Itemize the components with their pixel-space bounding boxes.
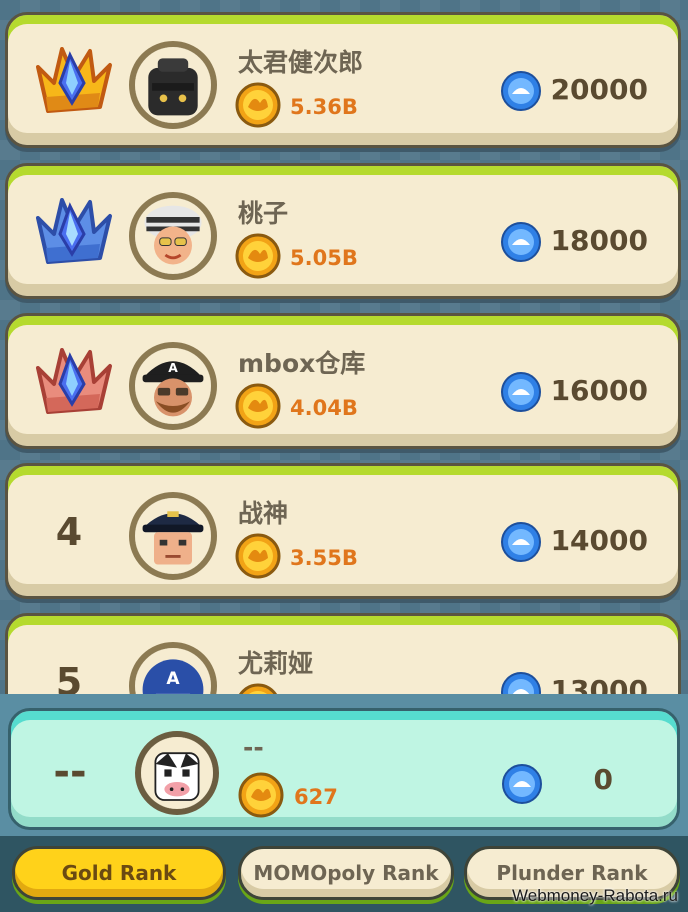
silver-crown-icon bbox=[36, 198, 112, 264]
player-name: 太君健次郎 bbox=[238, 48, 364, 77]
blue-gem-icon bbox=[502, 764, 542, 804]
player-name: mbox仓库 bbox=[238, 349, 366, 378]
gold-crown-icon bbox=[36, 47, 112, 113]
gold-coin-icon bbox=[238, 683, 278, 694]
leaderboard-row-2[interactable]: 桃子 5.05B 18000 bbox=[5, 163, 681, 299]
bronze-crown-icon bbox=[36, 348, 112, 414]
gold-coin-icon bbox=[235, 233, 281, 279]
self-row[interactable]: -- -- 627 0 bbox=[8, 708, 680, 830]
leaderboard-row-4[interactable]: 4 战神 3.55B 14000 bbox=[5, 463, 681, 599]
leaderboard-list[interactable]: 太君健次郎 5.36B 20000 桃子 5.05B 18000 A mbox仓… bbox=[0, 0, 688, 694]
self-name: -- bbox=[243, 733, 264, 762]
tab-momopoly-rank[interactable]: MOMOpoly Rank bbox=[238, 846, 454, 900]
player-avatar[interactable] bbox=[129, 192, 217, 280]
gold-amount: 4.04B bbox=[290, 396, 358, 420]
player-avatar[interactable]: A bbox=[129, 642, 217, 694]
blue-gem-icon bbox=[501, 372, 541, 412]
self-avatar[interactable] bbox=[135, 731, 219, 815]
player-avatar[interactable] bbox=[129, 492, 217, 580]
player-avatar[interactable]: A bbox=[129, 342, 217, 430]
gold-amount: 3.55B bbox=[290, 546, 358, 570]
player-name: 桃子 bbox=[238, 199, 289, 228]
gold-coin-icon bbox=[235, 383, 281, 429]
score: 14000 bbox=[550, 524, 648, 557]
blue-gem-icon bbox=[501, 672, 541, 694]
watermark: Webmoney-Rabota.ru bbox=[512, 886, 678, 905]
blue-gem-icon bbox=[501, 71, 541, 111]
gold-amount: 5.36B bbox=[290, 95, 358, 119]
gold-coin-icon bbox=[235, 533, 281, 579]
self-gold-amount: 627 bbox=[294, 785, 338, 809]
rank-number: 5 bbox=[55, 660, 83, 694]
leaderboard-row-5[interactable]: 5 A 尤莉娅 13000 bbox=[5, 613, 681, 694]
gold-amount: 5.05B bbox=[290, 246, 358, 270]
rank-number: 4 bbox=[55, 510, 83, 554]
tab-gold-rank[interactable]: Gold Rank bbox=[12, 846, 226, 900]
self-rank: -- bbox=[53, 749, 87, 795]
self-score: 0 bbox=[593, 763, 613, 796]
player-avatar[interactable] bbox=[129, 41, 217, 129]
gold-coin-icon bbox=[235, 82, 281, 128]
blue-gem-icon bbox=[501, 222, 541, 262]
leaderboard-row-3[interactable]: A mbox仓库 4.04B 16000 bbox=[5, 313, 681, 449]
score: 18000 bbox=[550, 224, 648, 257]
player-name: 尤莉娅 bbox=[238, 649, 314, 678]
self-rank-panel: -- -- 627 0 bbox=[0, 694, 688, 836]
gold-coin-icon bbox=[238, 772, 284, 818]
blue-gem-icon bbox=[501, 522, 541, 562]
score: 13000 bbox=[550, 674, 648, 694]
score: 20000 bbox=[550, 73, 648, 106]
svg-text:A: A bbox=[166, 669, 180, 689]
player-name: 战神 bbox=[238, 499, 289, 528]
score: 16000 bbox=[550, 374, 648, 407]
leaderboard-row-1[interactable]: 太君健次郎 5.36B 20000 bbox=[5, 12, 681, 148]
svg-text:A: A bbox=[168, 361, 178, 375]
